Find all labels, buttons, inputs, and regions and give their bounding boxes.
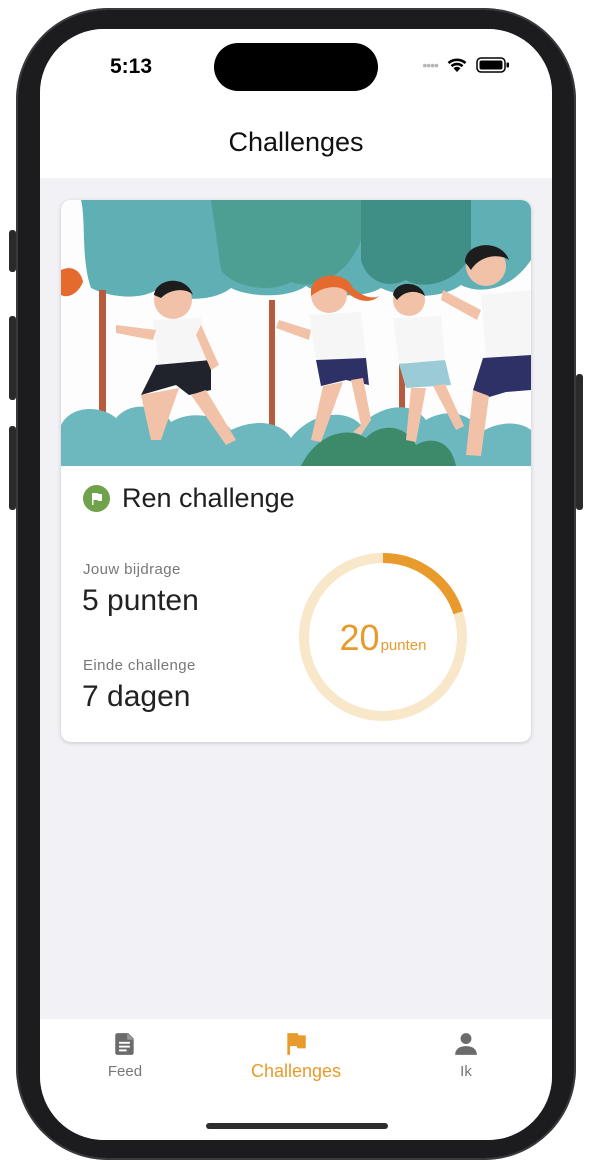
volume-up-button bbox=[9, 316, 16, 400]
end-challenge-label: Einde challenge bbox=[83, 657, 196, 674]
tab-bar: Feed Challenges Ik bbox=[40, 1019, 552, 1140]
page-title: Challenges bbox=[228, 127, 364, 157]
document-icon bbox=[115, 1033, 134, 1055]
home-indicator bbox=[206, 1123, 388, 1129]
screen: 5:13 •••• Challenges Ren challenge Jouw … bbox=[40, 29, 552, 1140]
status-bar: 5:13 •••• bbox=[40, 29, 552, 107]
tab-label-feed: Feed bbox=[107, 1063, 143, 1080]
progress-unit: punten bbox=[380, 637, 427, 654]
power-button bbox=[576, 374, 583, 510]
tab-ik[interactable]: Ik bbox=[381, 1031, 551, 1080]
person-icon bbox=[455, 1033, 477, 1055]
challenge-title: Ren challenge bbox=[122, 483, 295, 513]
tab-label-challenges: Challenges bbox=[250, 1061, 342, 1081]
status-icons: •••• bbox=[422, 57, 510, 73]
tab-feed[interactable]: Feed bbox=[40, 1031, 210, 1080]
dynamic-island bbox=[214, 43, 378, 91]
silent-switch bbox=[9, 230, 16, 272]
running-kids-illustration bbox=[61, 200, 531, 466]
contribution-value: 5 punten bbox=[82, 584, 199, 617]
wifi-icon bbox=[447, 58, 467, 72]
challenge-card[interactable]: Ren challenge Jouw bijdrage 5 punten Ein… bbox=[61, 200, 531, 742]
challenge-header: Ren challenge bbox=[83, 483, 295, 514]
flag-icon bbox=[83, 485, 110, 512]
progress-value: 20 punten bbox=[297, 551, 469, 723]
navigation-bar: Challenges bbox=[40, 107, 552, 178]
contribution-label: Jouw bijdrage bbox=[83, 561, 181, 578]
flag-icon bbox=[287, 1033, 306, 1055]
progress-number: 20 bbox=[339, 617, 380, 658]
signal-dots-icon: •••• bbox=[422, 57, 439, 73]
tab-challenges[interactable]: Challenges bbox=[211, 1031, 381, 1082]
volume-down-button bbox=[9, 426, 16, 510]
end-challenge-value: 7 dagen bbox=[82, 680, 191, 713]
tab-label-ik: Ik bbox=[460, 1063, 472, 1080]
battery-icon bbox=[476, 57, 509, 73]
status-time: 5:13 bbox=[110, 55, 153, 78]
